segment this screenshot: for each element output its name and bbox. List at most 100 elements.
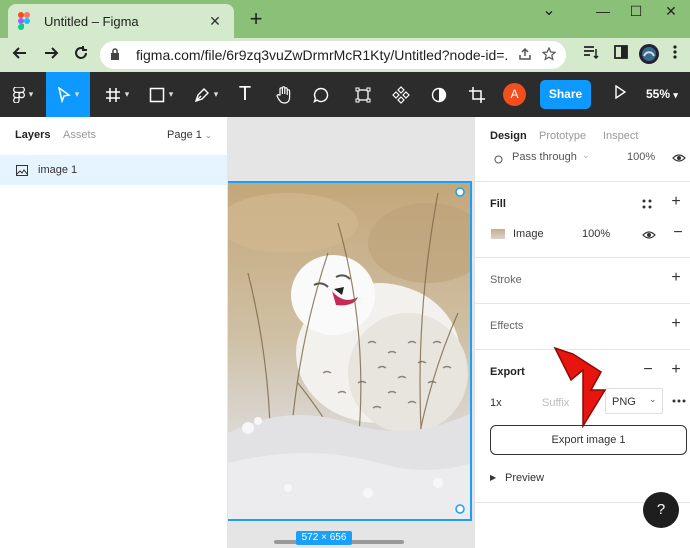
chevron-down-icon: ▾ bbox=[74, 89, 80, 99]
share-page-icon[interactable] bbox=[518, 47, 532, 64]
tab-title: Untitled – Figma bbox=[44, 13, 139, 29]
zoom-dropdown[interactable]: 55% ▾ bbox=[646, 80, 678, 109]
forward-button[interactable] bbox=[38, 42, 64, 68]
url-text: figma.com/file/6r9zq3vuZwDrmrMcR1Kty/Unt… bbox=[136, 47, 508, 63]
styles-grid-icon[interactable] bbox=[641, 198, 653, 210]
new-tab-button[interactable]: + bbox=[244, 7, 268, 31]
profile-avatar-icon[interactable] bbox=[638, 44, 660, 66]
main-menu-button[interactable]: ▾ bbox=[0, 72, 46, 117]
rectangle-icon bbox=[149, 87, 164, 102]
add-export-button[interactable]: + bbox=[669, 361, 683, 379]
chevron-down-icon: ▾ bbox=[213, 89, 219, 99]
browser-tab[interactable]: Untitled – Figma ✕ bbox=[8, 4, 234, 38]
eye-icon[interactable] bbox=[642, 230, 656, 240]
figma-icon bbox=[18, 12, 32, 30]
tab-layers[interactable]: Layers bbox=[15, 129, 50, 141]
address-bar: figma.com/file/6r9zq3vuZwDrmrMcR1Kty/Unt… bbox=[0, 38, 690, 72]
more-options-icon[interactable] bbox=[672, 399, 686, 403]
comment-tool-button[interactable] bbox=[308, 72, 334, 117]
stroke-title: Stroke bbox=[490, 274, 522, 286]
snowy-owl-image[interactable] bbox=[228, 181, 472, 521]
tab-design[interactable]: Design bbox=[490, 130, 527, 142]
frame-tool-button[interactable]: ▾ bbox=[100, 72, 134, 117]
minimize-button[interactable]: — bbox=[588, 2, 618, 24]
remove-export-button[interactable]: − bbox=[641, 361, 655, 379]
fill-opacity: 100% bbox=[582, 228, 611, 240]
left-panel-tabs: Layers Assets Page 1 ⌄ bbox=[0, 117, 227, 155]
image-thumbnail-icon bbox=[491, 229, 505, 239]
resize-handle-top-right[interactable] bbox=[454, 186, 466, 198]
layer-blend-row[interactable]: Pass through ⌄ 100% bbox=[475, 151, 690, 181]
side-panel-icon[interactable] bbox=[610, 44, 632, 66]
pen-icon bbox=[194, 87, 209, 102]
zoom-level: 55% bbox=[646, 87, 671, 101]
back-button[interactable] bbox=[7, 42, 33, 68]
mask-button[interactable] bbox=[426, 72, 452, 117]
right-panel-tabs: Design Prototype Inspect bbox=[475, 117, 690, 153]
move-tool-button[interactable]: ▾ bbox=[46, 72, 90, 117]
hand-tool-button[interactable] bbox=[270, 72, 298, 117]
page-name: Page 1 bbox=[167, 129, 202, 141]
remove-fill-button[interactable]: − bbox=[671, 224, 685, 242]
fill-row[interactable]: Image 100% − bbox=[475, 222, 690, 246]
bookmark-star-icon[interactable] bbox=[541, 46, 557, 64]
layer-name: image 1 bbox=[38, 164, 78, 176]
export-format-select[interactable]: PNG ⌄ bbox=[605, 388, 663, 414]
chevron-down-icon: ⌄ bbox=[582, 151, 590, 160]
browser-menu-icon[interactable] bbox=[664, 44, 686, 66]
tab-search-icon[interactable]: ⌄ bbox=[534, 2, 564, 24]
components-button[interactable] bbox=[388, 72, 414, 117]
figma-logo-icon bbox=[12, 86, 25, 103]
browser-titlebar: Untitled – Figma ✕ + ⌄ — ☐ ✕ bbox=[0, 0, 690, 38]
chevron-down-icon: ▾ bbox=[28, 89, 34, 99]
reload-button[interactable] bbox=[68, 42, 94, 68]
export-scale[interactable]: 1x bbox=[490, 397, 502, 409]
share-button[interactable]: Share bbox=[540, 80, 591, 109]
export-title: Export bbox=[490, 366, 525, 378]
shape-tool-button[interactable]: ▾ bbox=[143, 72, 179, 117]
add-effect-button[interactable]: + bbox=[669, 315, 683, 333]
reload-icon bbox=[75, 46, 87, 59]
effects-section: Effects + bbox=[475, 303, 690, 349]
help-button[interactable]: ? bbox=[643, 492, 679, 528]
fill-title: Fill bbox=[490, 198, 506, 210]
text-tool-button[interactable]: T bbox=[232, 72, 258, 117]
tab-assets[interactable]: Assets bbox=[63, 129, 96, 141]
chevron-down-icon: ▾ bbox=[168, 89, 174, 99]
page-selector[interactable]: Page 1 ⌄ bbox=[167, 129, 212, 141]
tab-prototype[interactable]: Prototype bbox=[539, 130, 586, 142]
chevron-down-icon: ⌄ bbox=[204, 131, 212, 140]
chevron-down-icon: ▾ bbox=[673, 90, 678, 100]
comment-bubble-icon bbox=[313, 87, 329, 103]
tab-inspect[interactable]: Inspect bbox=[603, 130, 638, 142]
crop-button[interactable] bbox=[464, 72, 490, 117]
reading-list-icon[interactable] bbox=[580, 44, 602, 66]
lock-icon bbox=[110, 47, 124, 63]
export-button[interactable]: Export image 1 bbox=[490, 425, 687, 455]
layers-panel: Layers Assets Page 1 ⌄ image 1 bbox=[0, 117, 228, 548]
present-button[interactable] bbox=[608, 80, 632, 109]
eye-icon[interactable] bbox=[672, 153, 686, 163]
preview-label: Preview bbox=[505, 472, 545, 484]
layer-item[interactable]: image 1 bbox=[0, 155, 227, 185]
maximize-button[interactable]: ☐ bbox=[621, 2, 651, 24]
url-bar[interactable]: figma.com/file/6r9zq3vuZwDrmrMcR1Kty/Unt… bbox=[100, 41, 566, 69]
blend-mode-icon bbox=[494, 155, 503, 164]
design-panel: Design Prototype Inspect Pass through ⌄ … bbox=[474, 117, 690, 548]
cursor-arrow-icon bbox=[57, 86, 71, 103]
tab-close-icon[interactable]: ✕ bbox=[206, 13, 224, 30]
stroke-section: Stroke + bbox=[475, 257, 690, 303]
user-avatar[interactable]: A bbox=[503, 83, 526, 106]
resize-handle-bottom-right[interactable] bbox=[454, 503, 466, 515]
layer-opacity: 100% bbox=[627, 151, 656, 163]
resources-button[interactable] bbox=[350, 72, 376, 117]
caret-right-icon: ▶ bbox=[490, 473, 497, 482]
add-fill-button[interactable]: + bbox=[669, 193, 683, 211]
add-stroke-button[interactable]: + bbox=[669, 269, 683, 287]
canvas[interactable]: 572 × 656 bbox=[228, 117, 474, 548]
chevron-down-icon: ▾ bbox=[124, 89, 130, 99]
pen-tool-button[interactable]: ▾ bbox=[188, 72, 224, 117]
preview-toggle[interactable]: ▶ Preview bbox=[490, 472, 610, 488]
chevron-down-icon: ⌄ bbox=[649, 394, 657, 404]
close-window-button[interactable]: ✕ bbox=[656, 2, 686, 24]
